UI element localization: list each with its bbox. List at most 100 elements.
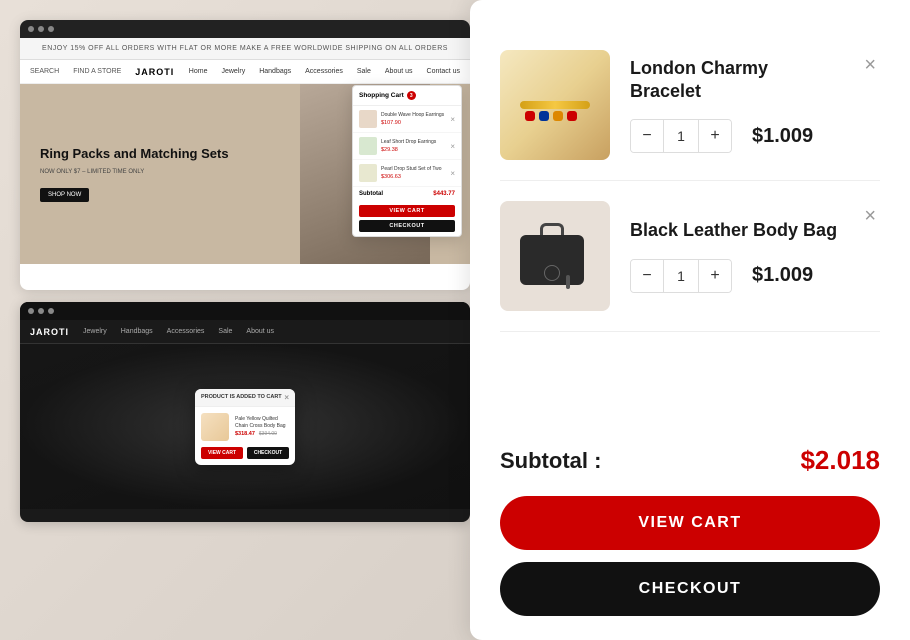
mini-item-info-2: Leaf Short Drop Earrings $29.38 (381, 139, 446, 153)
hero-subtitle: NOW ONLY $7 – LIMITED TIME ONLY (40, 169, 229, 175)
bag-name: Black Leather Body Bag (630, 219, 840, 242)
bag-remove-button[interactable]: × (860, 201, 880, 232)
search-label: SEARCH (30, 68, 59, 75)
nav-sale: Sale (357, 68, 371, 75)
cart-badge: 3 (407, 91, 416, 100)
browser-chrome (20, 20, 470, 38)
bag-qty-increase[interactable]: + (699, 260, 731, 292)
mini-cart-buttons: VIEW CART CHECKOUT (353, 201, 461, 236)
mini-item-info-3: Pearl Drop Stud Set of Two $306.63 (381, 166, 446, 180)
bottom-nav-sale: Sale (218, 328, 232, 335)
bottom-dot-3 (48, 308, 54, 314)
bag-body (520, 235, 584, 285)
bottom-hero: PRODUCT IS ADDED TO CART × Pale Yellow Q… (20, 344, 470, 509)
mini-remove-2[interactable]: × (450, 142, 455, 151)
shop-now-button[interactable]: SHOP NOW (40, 188, 89, 202)
popup-prices: $318.47 $394.00 (235, 431, 289, 437)
mini-cart-overlay: Shopping Cart 3 Double Wave Hoop Earring… (352, 85, 462, 237)
popup-buttons: VIEW CART CHECKOUT (195, 447, 295, 465)
popup-close-icon[interactable]: × (284, 393, 289, 402)
mini-item-thumb-2 (359, 137, 377, 155)
bag-qty-value: 1 (663, 260, 699, 292)
bag-graphic (520, 221, 590, 291)
bag-strap (540, 223, 564, 235)
mini-cart-item-1: Double Wave Hoop Earrings $107.90 × (353, 106, 461, 133)
bracelet-price: $1.009 (752, 125, 813, 148)
bottom-dot-1 (28, 308, 34, 314)
bag-price: $1.009 (752, 264, 813, 287)
mini-item-thumb-3 (359, 164, 377, 182)
mini-item-thumb-1 (359, 110, 377, 128)
popup-view-cart-button[interactable]: VIEW CART (201, 447, 243, 459)
nav-about: About us (385, 68, 413, 75)
bag-qty-control: − 1 + (630, 259, 732, 293)
cart-item-bracelet: London Charmy Bracelet − 1 + $1.009 × (500, 30, 880, 181)
bracelet-qty-increase[interactable]: + (699, 120, 731, 152)
browser-dot-1 (28, 26, 34, 32)
bracelet-details: London Charmy Bracelet − 1 + $1.009 (630, 57, 840, 154)
bracelet-chain (520, 101, 590, 109)
find-store-label: FIND A STORE (73, 68, 121, 75)
bracelet-graphic (515, 75, 595, 135)
bracelet-qty-price: − 1 + $1.009 (630, 119, 840, 153)
bottom-nav-accessories: Accessories (167, 328, 205, 335)
popup-product-image (201, 413, 229, 441)
bottom-dot-2 (38, 308, 44, 314)
charm-3 (553, 111, 563, 121)
left-panel: ENJOY 15% OFF ALL ORDERS WITH FLAT OR MO… (0, 0, 490, 640)
mini-remove-3[interactable]: × (450, 169, 455, 178)
mini-item-info-1: Double Wave Hoop Earrings $107.90 (381, 112, 446, 126)
site-nav: SEARCH FIND A STORE JAROTI Home Jewelry … (20, 60, 470, 84)
nav-handbags: Handbags (259, 68, 291, 75)
bracelet-qty-control: − 1 + (630, 119, 732, 153)
bracelet-qty-decrease[interactable]: − (631, 120, 663, 152)
mini-subtotal: Subtotal $443.77 (353, 187, 461, 201)
mini-checkout-button[interactable]: CHECKOUT (359, 220, 455, 232)
popup-checkout-button[interactable]: CHECKOUT (247, 447, 289, 459)
top-screenshot: ENJOY 15% OFF ALL ORDERS WITH FLAT OR MO… (20, 20, 470, 290)
bottom-browser-chrome (20, 302, 470, 320)
browser-dot-3 (48, 26, 54, 32)
bracelet-visual (500, 50, 610, 160)
subtotal-label: Subtotal : (500, 448, 601, 474)
announcement-bar: ENJOY 15% OFF ALL ORDERS WITH FLAT OR MO… (20, 38, 470, 60)
bag-tassel (566, 275, 570, 289)
mini-cart-header: Shopping Cart 3 (353, 86, 461, 106)
bag-details: Black Leather Body Bag − 1 + $1.009 (630, 219, 840, 292)
popup-original-price: $394.00 (259, 431, 277, 437)
nav-accessories: Accessories (305, 68, 343, 75)
charm-2 (539, 111, 549, 121)
popup-thumb-visual (201, 413, 229, 441)
view-cart-button[interactable]: VIEW CART (500, 496, 880, 550)
bag-qty-price: − 1 + $1.009 (630, 259, 840, 293)
bag-image (500, 201, 610, 311)
hero-title: Ring Packs and Matching Sets (40, 146, 229, 163)
site-logo: JAROTI (135, 67, 174, 77)
bag-qty-decrease[interactable]: − (631, 260, 663, 292)
added-to-cart-popup: PRODUCT IS ADDED TO CART × Pale Yellow Q… (195, 389, 295, 465)
cart-actions: VIEW CART CHECKOUT (470, 496, 910, 640)
popup-content: Pale Yellow Quilted Chain Cross Body Bag… (195, 407, 295, 447)
bag-logo (544, 265, 560, 281)
bracelet-remove-button[interactable]: × (860, 50, 880, 81)
cart-scroll-area: London Charmy Bracelet − 1 + $1.009 × (470, 0, 910, 425)
mini-view-cart-button[interactable]: VIEW CART (359, 205, 455, 217)
mini-cart-item-3: Pearl Drop Stud Set of Two $306.63 × (353, 160, 461, 187)
bottom-logo: JAROTI (30, 327, 69, 337)
checkout-button[interactable]: CHECKOUT (500, 562, 880, 616)
charm-4 (567, 111, 577, 121)
nav-home: Home (189, 68, 208, 75)
bottom-nav-handbags: Handbags (121, 328, 153, 335)
cart-panel: London Charmy Bracelet − 1 + $1.009 × (470, 0, 910, 640)
bottom-screenshot: JAROTI Jewelry Handbags Accessories Sale… (20, 302, 470, 522)
popup-product-info: Pale Yellow Quilted Chain Cross Body Bag… (235, 416, 289, 437)
mini-remove-1[interactable]: × (450, 115, 455, 124)
bracelet-name: London Charmy Bracelet (630, 57, 840, 104)
popup-header: PRODUCT IS ADDED TO CART × (195, 389, 295, 407)
nav-jewelry: Jewelry (221, 68, 245, 75)
bracelet-image (500, 50, 610, 160)
charm-1 (525, 111, 535, 121)
bracelet-qty-value: 1 (663, 120, 699, 152)
popup-product-name: Pale Yellow Quilted Chain Cross Body Bag (235, 416, 289, 429)
bottom-nav-jewelry: Jewelry (83, 328, 107, 335)
